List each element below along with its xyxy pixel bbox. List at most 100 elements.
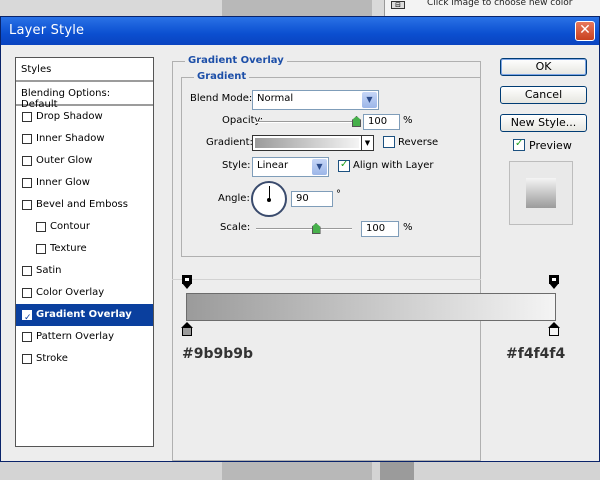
background-app-top: ⊟ Click image to choose new color — [0, 0, 600, 16]
blend-mode-value: Normal — [257, 93, 294, 104]
color-stop-left[interactable] — [181, 322, 193, 338]
gradient-group-title: Gradient — [194, 71, 250, 82]
angle-label: Angle: — [218, 193, 250, 204]
background-strip — [222, 0, 372, 16]
style-checkbox[interactable] — [22, 156, 32, 166]
cancel-button[interactable]: Cancel — [500, 86, 587, 104]
angle-unit: ° — [336, 189, 341, 200]
background-strip — [380, 462, 414, 480]
style-checkbox[interactable] — [36, 244, 46, 254]
style-select[interactable]: Linear ▼ — [252, 157, 329, 177]
style-item-label: Drop Shadow — [36, 111, 103, 122]
gradient-bar[interactable] — [186, 293, 556, 321]
style-checkbox[interactable] — [22, 288, 32, 298]
chevron-down-icon: ▼ — [312, 159, 327, 175]
style-checkbox[interactable] — [22, 332, 32, 342]
style-item-contour[interactable]: Contour — [16, 216, 153, 238]
background-app-bottom — [0, 462, 600, 480]
style-item-inner-glow[interactable]: Inner Glow — [16, 172, 153, 194]
scale-slider-track[interactable] — [256, 228, 352, 230]
close-icon: ✕ — [579, 22, 591, 38]
ok-button[interactable]: OK — [500, 58, 587, 76]
scale-unit: % — [403, 222, 413, 233]
color-stop-swatch — [549, 327, 559, 336]
style-item-satin[interactable]: Satin — [16, 260, 153, 282]
opacity-stop-left[interactable] — [182, 275, 192, 289]
color-picker-icon: ⊟ — [391, 1, 405, 9]
color-stop-swatch — [182, 327, 192, 336]
color-picker-hint-text: Click image to choose new color — [427, 0, 573, 8]
style-checkbox[interactable] — [22, 112, 32, 122]
style-item-color-overlay[interactable]: Color Overlay — [16, 282, 153, 304]
align-with-layer-checkbox[interactable] — [338, 159, 350, 172]
new-style-button[interactable]: New Style... — [500, 114, 587, 132]
styles-header[interactable]: Styles — [16, 58, 153, 82]
left-color-hex: #9b9b9b — [182, 346, 254, 362]
gradient-swatch-preview[interactable] — [255, 138, 359, 148]
style-item-label: Gradient Overlay — [36, 309, 132, 320]
style-item-texture[interactable]: Texture — [16, 238, 153, 260]
style-checkbox[interactable] — [22, 307, 32, 329]
style-checkbox[interactable] — [22, 134, 32, 144]
reverse-checkbox[interactable] — [383, 136, 395, 148]
style-item-stroke[interactable]: Stroke — [16, 348, 153, 370]
gradient-label: Gradient: — [206, 137, 253, 148]
style-item-bevel-and-emboss[interactable]: Bevel and Emboss — [16, 194, 153, 216]
style-checkbox[interactable] — [22, 178, 32, 188]
style-item-gradient-overlay[interactable]: Gradient Overlay — [16, 304, 153, 329]
style-item-label: Pattern Overlay — [36, 331, 115, 342]
blending-options-item[interactable]: Blending Options: Default — [16, 82, 153, 110]
group-divider — [172, 279, 481, 280]
style-item-outer-glow[interactable]: Outer Glow — [16, 150, 153, 172]
opacity-unit: % — [403, 115, 413, 126]
opacity-stop-pointer — [549, 283, 559, 289]
style-item-label: Satin — [36, 265, 62, 276]
angle-dial[interactable] — [251, 181, 287, 217]
title-bar[interactable]: Layer Style ✕ — [1, 17, 599, 45]
opacity-stop-pointer — [182, 283, 192, 289]
style-item-inner-shadow[interactable]: Inner Shadow — [16, 128, 153, 150]
right-color-hex: #f4f4f4 — [506, 346, 566, 362]
preview-thumbnail — [509, 161, 573, 225]
chevron-down-icon[interactable]: ▼ — [361, 136, 373, 150]
align-with-layer-label[interactable]: Align with Layer — [353, 160, 434, 171]
style-label: Style: — [222, 160, 251, 171]
close-button[interactable]: ✕ — [575, 21, 595, 41]
layer-style-dialog: Layer Style ✕ Styles Blending Options: D… — [0, 16, 600, 462]
reverse-label[interactable]: Reverse — [398, 137, 438, 148]
style-item-label: Texture — [50, 243, 87, 254]
angle-center — [267, 198, 271, 202]
scale-label: Scale: — [220, 222, 251, 233]
preview-checkbox[interactable] — [513, 138, 525, 151]
blend-mode-label: Blend Mode: — [190, 93, 253, 104]
scale-input[interactable]: 100 — [361, 221, 399, 237]
style-item-label: Stroke — [36, 353, 68, 364]
gradient-overlay-title: Gradient Overlay — [185, 55, 287, 66]
style-item-drop-shadow[interactable]: Drop Shadow — [16, 106, 153, 128]
gradient-picker[interactable]: ▼ — [252, 135, 374, 151]
opacity-stop-right[interactable] — [549, 275, 559, 289]
color-stop-right[interactable] — [548, 322, 560, 338]
preview-label[interactable]: Preview — [529, 139, 572, 152]
style-item-pattern-overlay[interactable]: Pattern Overlay — [16, 326, 153, 348]
style-item-label: Contour — [50, 221, 90, 232]
opacity-input[interactable]: 100 — [363, 114, 400, 130]
style-checkbox[interactable] — [22, 266, 32, 276]
style-item-label: Bevel and Emboss — [36, 199, 128, 210]
style-checkbox[interactable] — [22, 354, 32, 364]
blend-mode-select[interactable]: Normal ▼ — [252, 90, 379, 110]
angle-input[interactable]: 90 — [291, 191, 333, 207]
style-item-label: Inner Glow — [36, 177, 90, 188]
chevron-down-icon: ▼ — [362, 92, 377, 108]
style-item-label: Outer Glow — [36, 155, 93, 166]
style-value: Linear — [257, 160, 289, 171]
color-picker-hint: ⊟ Click image to choose new color — [384, 0, 600, 16]
style-checkbox[interactable] — [22, 200, 32, 210]
preview-swatch — [526, 178, 556, 208]
style-item-label: Color Overlay — [36, 287, 105, 298]
styles-list: Styles Blending Options: Default Drop Sh… — [15, 57, 154, 447]
style-checkbox[interactable] — [36, 222, 46, 232]
opacity-slider-track[interactable] — [256, 121, 356, 123]
dialog-title: Layer Style — [9, 23, 85, 38]
style-item-label: Inner Shadow — [36, 133, 105, 144]
